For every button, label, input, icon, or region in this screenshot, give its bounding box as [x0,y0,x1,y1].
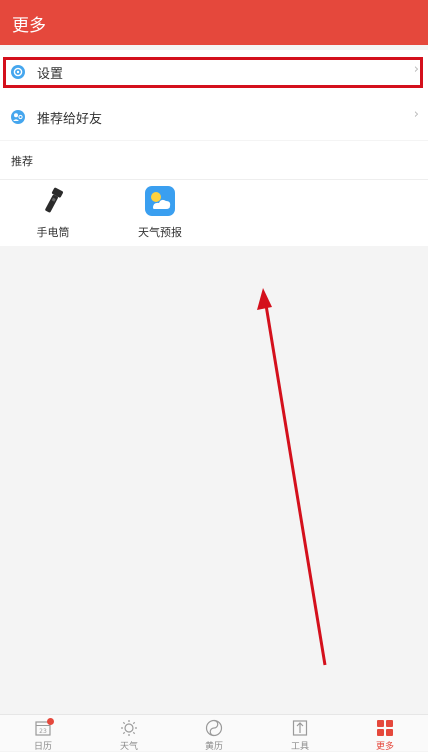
tab-tools-label: 工具 [290,742,309,752]
tab-almanac[interactable]: 黄历 [171,715,257,752]
sun-icon [121,720,137,736]
tab-weather[interactable]: 天气 [86,715,172,752]
tab-calendar-label: 日历 [33,742,52,752]
tab-weather-label: 天气 [119,742,138,752]
tab-calendar[interactable]: 23 日历 [0,715,86,752]
almanac-icon [205,719,223,737]
tab-tools[interactable]: 工具 [257,715,343,752]
bottom-tab-bar: 23 日历 天气 黄历 工具 更多 [0,714,428,752]
svg-text:23: 23 [39,728,47,735]
tab-more-label: 更多 [375,742,394,752]
more-grid-icon [377,720,393,736]
annotation-arrow [257,288,327,666]
tab-almanac-label: 黄历 [204,742,223,752]
notification-badge [47,718,54,725]
tab-more[interactable]: 更多 [342,715,428,752]
tools-icon [292,720,308,736]
